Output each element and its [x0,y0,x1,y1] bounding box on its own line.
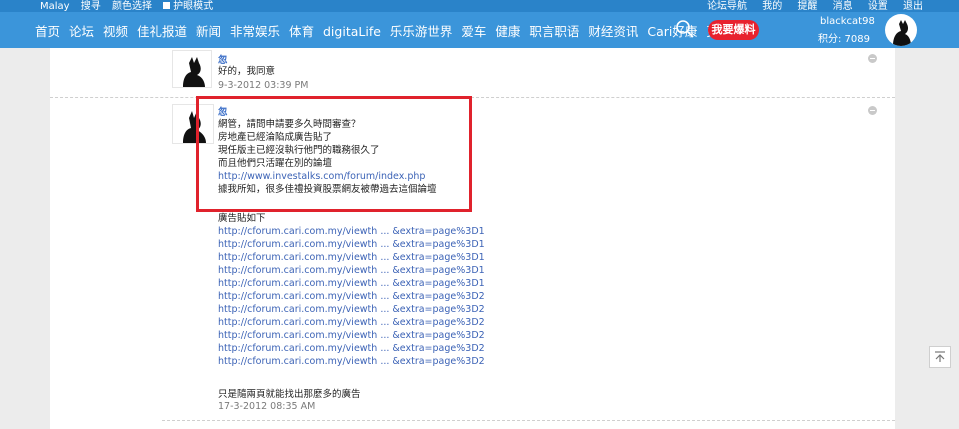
messages-link[interactable]: 消息 [833,1,853,12]
nav-item[interactable]: digitaLife [323,24,381,39]
nav-item[interactable]: 爱车 [461,24,486,39]
ad-link[interactable]: http://cforum.cari.com.my/viewth ... &ex… [218,290,485,303]
nav-item[interactable]: 非常娱乐 [230,24,280,39]
ad-link[interactable]: http://cforum.cari.com.my/viewth ... &ex… [218,225,485,238]
ad-link[interactable]: http://cforum.cari.com.my/viewth ... &ex… [218,342,485,355]
collapse-icon[interactable] [868,54,877,63]
checkbox-icon [163,2,171,9]
nav-item[interactable]: 职言职语 [529,24,579,39]
collapse-icon[interactable] [868,106,877,115]
nav-item[interactable]: 体育 [289,24,314,39]
color-link[interactable]: 颜色选择 [112,1,152,12]
post-author[interactable]: 忽 [218,52,228,66]
points[interactable]: 积分: 7089 [818,30,870,45]
post-time: 17-3-2012 08:35 AM [218,401,316,412]
ad-link[interactable]: http://cforum.cari.com.my/viewth ... &ex… [218,264,485,277]
nav-item[interactable]: 论坛 [69,24,94,39]
nav-item[interactable]: 佳礼报道 [137,24,187,39]
ad-link[interactable]: http://cforum.cari.com.my/viewth ... &ex… [218,277,485,290]
post: 忽 好的，我同意 9-3-2012 03:39 PM [50,48,895,98]
ads-heading: 廣告貼如下 [218,213,266,224]
alerts-link[interactable]: 提醒 [797,1,817,12]
post-line: 只是隨兩頁就能找出那麼多的廣告 [218,389,361,400]
ad-link[interactable]: http://cforum.cari.com.my/viewth ... &ex… [218,355,485,368]
eye-mode-link[interactable]: 护眼模式 [163,1,221,12]
post: 忽 網管，請問申請要多久時間審查？ 房地產已經淪陷成廣告貼了 現任版主已經沒執行… [50,100,895,420]
post-time: 9-3-2012 03:39 PM [218,80,309,91]
top-utility-bar: Malay 搜寻 颜色选择 护眼模式 论坛导航 我的 提醒 消息 设置 退出 [0,0,959,12]
ad-link[interactable]: http://cforum.cari.com.my/viewth ... &ex… [218,251,485,264]
top-right-links: 论坛导航 我的 提醒 消息 设置 退出 [695,0,923,12]
nav-item[interactable]: 视频 [103,24,128,39]
my-link[interactable]: 我的 [762,1,782,12]
settings-link[interactable]: 设置 [868,1,888,12]
post-text: 好的，我同意 [218,66,276,77]
main-nav: 首页 论坛 视频 佳礼报道 新闻 非常娱乐 体育 digitaLife 乐乐游世… [0,12,959,48]
ad-link[interactable]: http://cforum.cari.com.my/viewth ... &ex… [218,329,485,342]
report-button[interactable]: 我要爆料 [708,20,759,40]
ad-link[interactable]: http://cforum.cari.com.my/viewth ... &ex… [218,316,485,329]
forum-nav-link[interactable]: 论坛导航 [707,1,747,12]
nav-item[interactable]: 健康 [495,24,520,39]
ad-link[interactable]: http://cforum.cari.com.my/viewth ... &ex… [218,303,485,316]
nav-item[interactable]: 首页 [35,24,60,39]
logout-link[interactable]: 退出 [903,1,923,12]
user-avatar[interactable] [885,14,917,46]
thread-content: 忽 好的，我同意 9-3-2012 03:39 PM 忽 網管，請問申請要多久時… [50,48,895,429]
nav-item[interactable]: 新闻 [196,24,221,39]
back-to-top-icon [935,351,945,362]
back-to-top-button[interactable] [929,346,951,368]
avatar[interactable] [172,50,212,88]
divider [162,420,895,421]
search-link[interactable]: 搜寻 [81,1,101,12]
lang-link[interactable]: Malay [40,1,70,12]
top-left-links: Malay 搜寻 颜色选择 护眼模式 [40,0,229,12]
nav-items: 首页 论坛 视频 佳礼报道 新闻 非常娱乐 体育 digitaLife 乐乐游世… [35,21,736,40]
nav-item[interactable]: 乐乐游世界 [390,24,453,39]
search-icon[interactable] [675,19,695,39]
nav-item[interactable]: 财经资讯 [588,24,638,39]
username[interactable]: blackcat98 [820,16,875,27]
ad-link[interactable]: http://cforum.cari.com.my/viewth ... &ex… [218,238,485,251]
highlight-box [196,96,472,212]
